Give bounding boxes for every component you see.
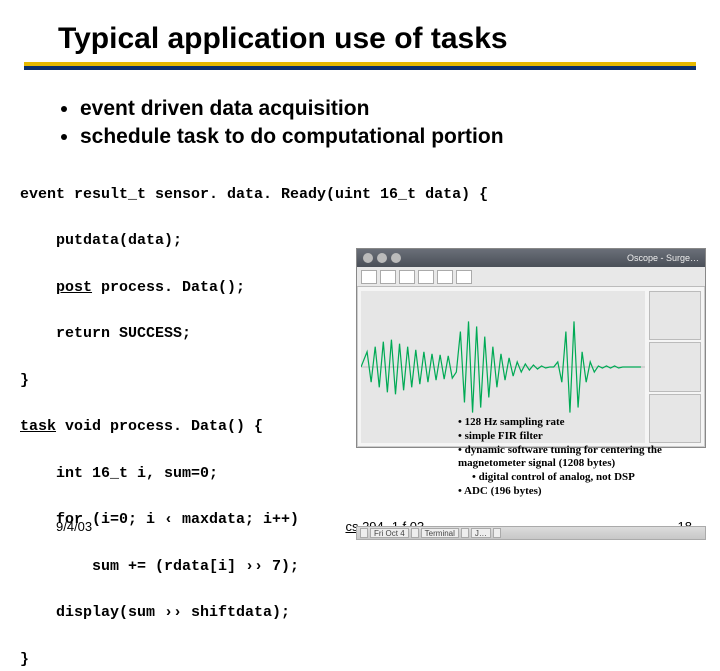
annotation-line: • ADC (196 bytes) bbox=[458, 485, 708, 499]
annotation-line: • 128 Hz sampling rate bbox=[458, 416, 708, 430]
bullet-list: event driven data acquisition schedule t… bbox=[0, 91, 720, 152]
toolbar-button bbox=[456, 270, 472, 284]
code-line: process. Data(); bbox=[92, 279, 245, 296]
code-line: sum += (rdata[i] ›› 7); bbox=[92, 558, 299, 575]
window-button bbox=[377, 253, 387, 263]
annotation-line: • dynamic software tuning for centering … bbox=[458, 444, 708, 472]
code-line: display(sum ›› shiftdata); bbox=[56, 604, 290, 621]
oscope-mini-view bbox=[649, 342, 701, 391]
code-line: } bbox=[20, 651, 29, 668]
taskbar-item: Terminal bbox=[421, 528, 459, 538]
code-keyword-post: post bbox=[56, 279, 92, 296]
annotation-box: • 128 Hz sampling rate • simple FIR filt… bbox=[458, 416, 708, 499]
slide-title: Typical application use of tasks bbox=[0, 0, 720, 62]
code-line: int 16_t i, sum=0; bbox=[56, 465, 218, 482]
code-line: return SUCCESS; bbox=[56, 325, 191, 342]
code-line: void process. Data() { bbox=[56, 418, 263, 435]
bullet-item: event driven data acquisition bbox=[80, 95, 720, 123]
oscope-titlebar: Oscope - Surge… bbox=[357, 249, 705, 267]
taskbar-item: J… bbox=[471, 528, 491, 538]
code-keyword-task: task bbox=[20, 418, 56, 435]
toolbar-button bbox=[361, 270, 377, 284]
oscope-title-label: Oscope - Surge… bbox=[627, 253, 699, 263]
annotation-line: • digital control of analog, not DSP bbox=[458, 471, 708, 485]
toolbar-button bbox=[437, 270, 453, 284]
toolbar-button bbox=[418, 270, 434, 284]
window-button bbox=[391, 253, 401, 263]
taskbar-item: Fri Oct 4 bbox=[370, 528, 409, 538]
oscope-mini-view bbox=[649, 291, 701, 340]
bullet-item: schedule task to do computational portio… bbox=[80, 123, 720, 151]
code-line: putdata(data); bbox=[56, 232, 182, 249]
code-line: event result_t sensor. data. Ready(uint … bbox=[20, 186, 488, 203]
toolbar-button bbox=[399, 270, 415, 284]
oscope-toolbar bbox=[357, 267, 705, 287]
annotation-line: • simple FIR filter bbox=[458, 430, 708, 444]
code-line: } bbox=[20, 372, 29, 389]
taskbar-item bbox=[411, 528, 419, 538]
window-button bbox=[363, 253, 373, 263]
toolbar-button bbox=[380, 270, 396, 284]
desktop-taskbar: Fri Oct 4 Terminal J… bbox=[356, 526, 706, 540]
taskbar-item bbox=[493, 528, 501, 538]
taskbar-item bbox=[461, 528, 469, 538]
footer-date: 9/4/03 bbox=[56, 519, 92, 534]
rule-blue bbox=[24, 66, 696, 70]
taskbar-item bbox=[360, 528, 368, 538]
